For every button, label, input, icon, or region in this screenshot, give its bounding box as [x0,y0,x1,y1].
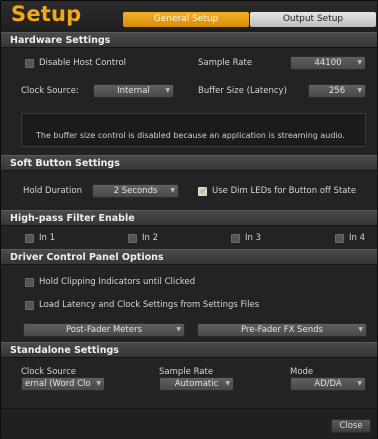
section-hardware-settings: Hardware Settings [1,32,377,48]
load-latency-label: Load Latency and Clock Settings from Set… [39,300,260,310]
chevron-down-icon: ▼ [225,380,230,387]
clock-source-value: Internal [117,86,150,96]
chevron-down-icon: ▼ [357,87,362,94]
highpass-in2-checkbox[interactable] [128,234,137,243]
hold-clipping-checkbox[interactable] [25,278,34,287]
buffer-size-dropdown[interactable]: 256 ▼ [308,84,366,98]
standalone-mode-dropdown[interactable]: AD/DA ▼ [290,377,366,391]
highpass-in2-label: In 2 [142,233,159,243]
standalone-sample-rate-value: Automatic [174,379,219,389]
fx-mode-dropdown[interactable]: Pre-Fader FX Sends ▼ [197,323,367,337]
clock-source-dropdown[interactable]: Internal ▼ [93,84,174,98]
meter-mode-dropdown[interactable]: Post-Fader Meters ▼ [23,323,185,337]
window-header: Setup General Setup Output Setup [1,1,377,32]
setup-window: Setup General Setup Output Setup Hardwar… [0,0,378,439]
standalone-sample-rate-label: Sample Rate [159,367,214,377]
clock-source-label: Clock Source: [21,86,79,96]
sample-rate-value: 44100 [314,58,342,68]
standalone-mode-value: AD/DA [314,379,342,389]
highpass-in4-label: In 4 [349,233,366,243]
buffer-info-text: The buffer size control is disabled beca… [36,131,345,140]
highpass-in3-label: In 3 [245,233,262,243]
chevron-down-icon: ▼ [357,380,362,387]
tab-general-setup[interactable]: General Setup [123,12,249,27]
standalone-clock-source-label: Clock Source [21,367,76,377]
chevron-down-icon: ▼ [170,187,175,194]
buffer-info-box: The buffer size control is disabled beca… [21,113,366,147]
highpass-in4-checkbox[interactable] [335,234,344,243]
buffer-size-value: 256 [328,86,346,96]
section-driver-control: Driver Control Panel Options [1,249,377,265]
section-highpass-filter: High-pass Filter Enable [1,210,377,226]
dim-leds-label: Use Dim LEDs for Button off State [212,186,357,196]
dim-leds-checkbox[interactable] [198,184,208,197]
hold-duration-label: Hold Duration [23,186,82,196]
highpass-in1-checkbox[interactable] [25,234,34,243]
disable-host-control-checkbox[interactable] [25,59,34,68]
standalone-clock-source-value: ernal (Word Clo [25,379,91,389]
chevron-down-icon: ▼ [358,326,363,333]
chevron-down-icon: ▼ [357,59,362,66]
standalone-sample-rate-dropdown[interactable]: Automatic ▼ [159,377,234,391]
chevron-down-icon: ▼ [96,380,101,387]
standalone-mode-label: Mode [290,367,314,377]
meter-mode-value: Post-Fader Meters [65,325,143,335]
window-title: Setup [11,2,82,26]
chevron-down-icon: ▼ [165,87,170,94]
sample-rate-dropdown[interactable]: 44100 ▼ [290,56,366,70]
hold-duration-value: 2 Seconds [113,186,158,196]
highpass-in3-checkbox[interactable] [231,234,240,243]
close-button[interactable]: Close [331,419,371,433]
chevron-down-icon: ▼ [176,326,181,333]
standalone-clock-source-dropdown[interactable]: ernal (Word Clo ▼ [21,377,105,391]
load-latency-checkbox[interactable] [25,301,34,310]
section-soft-button-settings: Soft Button Settings [1,155,377,171]
tab-output-setup[interactable]: Output Setup [250,12,376,27]
section-standalone-settings: Standalone Settings [1,342,377,358]
disable-host-control-label: Disable Host Control [39,58,127,68]
window-footer: Close [1,408,377,439]
fx-mode-value: Pre-Fader FX Sends [241,325,323,335]
buffer-size-label: Buffer Size (Latency) [198,86,287,96]
highpass-in1-label: In 1 [39,233,56,243]
hold-clipping-label: Hold Clipping Indicators until Clicked [39,277,196,287]
hold-duration-dropdown[interactable]: 2 Seconds ▼ [92,184,179,198]
sample-rate-label: Sample Rate [198,58,253,68]
